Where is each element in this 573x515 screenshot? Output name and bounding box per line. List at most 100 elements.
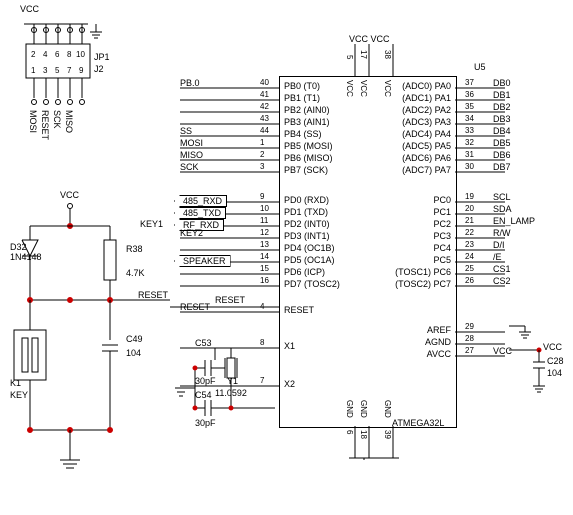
mcu-top-pin: 17 xyxy=(359,50,368,59)
mcu-left-pin-fn: PD1 (TXD) xyxy=(284,207,328,217)
mcu-top-fn: VCC xyxy=(345,80,354,97)
c54-val: 30pF xyxy=(195,418,216,428)
avcc-circuit: VCC C28 104 xyxy=(505,320,565,420)
mcu-top-pin: 38 xyxy=(383,50,392,59)
net-label: DB0 xyxy=(493,78,511,88)
c28-ref: C28 xyxy=(547,356,564,366)
diode-ref: D32 xyxy=(10,242,27,252)
vcc-top-label: VCC VCC xyxy=(349,34,390,44)
mcu-right-pin-fn: PC5 xyxy=(433,255,451,265)
net-tag: 485_TXD xyxy=(174,207,226,219)
net-label: SDA xyxy=(493,204,512,214)
hdr-bot-pin: 1 xyxy=(31,66,35,75)
mcu-top-fn: VCC xyxy=(359,80,368,97)
mcu-right-pin-num: 30 xyxy=(465,162,474,171)
mcu-right-pin-num: 32 xyxy=(465,138,474,147)
mcu-right-pin-fn: (ADC0) PA0 xyxy=(402,81,451,91)
hdr-ref2: J2 xyxy=(94,64,104,74)
mcu-bot-pin: 6 xyxy=(345,430,354,434)
mcu-right-pin-num: 37 xyxy=(465,78,474,87)
c53-ref: C53 xyxy=(195,338,212,348)
net-label: EN_LAMP xyxy=(493,216,535,226)
r38-ref: R38 xyxy=(126,244,143,254)
net-label: CS1 xyxy=(493,264,511,274)
mcu-right-pin-num: 33 xyxy=(465,126,474,135)
mcu-left-pin-num: 14 xyxy=(260,252,269,261)
net-label: R/W xyxy=(493,228,511,238)
c28-val: 104 xyxy=(547,368,562,378)
net-label: DB7 xyxy=(493,162,511,172)
xtal-circuit: C53 30pF Y1 11.0592 C54 30pF xyxy=(165,330,285,460)
mcu-right-pin-num: 34 xyxy=(465,114,474,123)
mcu-left-pin-fn: X1 xyxy=(284,341,295,351)
mcu-right-pin-num: 27 xyxy=(465,346,474,355)
hdr-net: SCK xyxy=(52,110,62,129)
mcu-left-pin-fn: PD3 (INT1) xyxy=(284,231,330,241)
mcu-left-pin-num: 13 xyxy=(260,240,269,249)
mcu-right-pin-num: 26 xyxy=(465,276,474,285)
mcu-right-pin-fn: PC4 xyxy=(433,243,451,253)
vcc-label: VCC xyxy=(60,190,79,200)
hdr-net: MISO xyxy=(64,110,74,133)
mcu-right-pin-num: 29 xyxy=(465,322,474,331)
net-label: MISO xyxy=(180,150,203,160)
mcu-right-pin-num: 21 xyxy=(465,216,474,225)
mcu-right-pin-num: 20 xyxy=(465,204,474,213)
reset-net-label: RESET xyxy=(138,290,168,300)
mcu-left-pin-num: 12 xyxy=(260,228,269,237)
net-label: DB6 xyxy=(493,150,511,160)
net-label: DB1 xyxy=(493,90,511,100)
reset-circuit: VCC xyxy=(10,190,170,490)
mcu-right-pin-fn: (ADC4) PA4 xyxy=(402,129,451,139)
mcu-right-pin-fn: PC2 xyxy=(433,219,451,229)
mcu-left-pin-fn: PB5 (MOSI) xyxy=(284,141,333,151)
hdr-top-pin: 2 xyxy=(31,50,35,59)
net-label: DB5 xyxy=(493,138,511,148)
y1-ref: Y1 xyxy=(227,376,238,386)
y1-val: 11.0592 xyxy=(215,388,247,398)
hdr-top-pin: 4 xyxy=(43,50,47,59)
mcu-right-pin-fn: (ADC1) PA1 xyxy=(402,93,451,103)
net-label: DB4 xyxy=(493,126,511,136)
net-tag: 485_RXD xyxy=(174,195,227,207)
net-label: CS2 xyxy=(493,276,511,286)
mcu-left-pin-fn: RESET xyxy=(284,305,314,315)
mcu-left-pin-num: 40 xyxy=(260,78,269,87)
hdr-bot-pin: 3 xyxy=(43,66,47,75)
mcu-left-pin-fn: PD2 (INT0) xyxy=(284,219,330,229)
mcu-left-pin-num: 42 xyxy=(260,102,269,111)
net-label: KEY2 xyxy=(180,228,203,238)
mcu-left-pin-num: 10 xyxy=(260,204,269,213)
vcc-label: VCC xyxy=(20,4,39,14)
mcu-right-pin-fn: PC0 xyxy=(433,195,451,205)
mcu-right-pin-num: 36 xyxy=(465,90,474,99)
mcu-left-pin-fn: PD4 (OC1B) xyxy=(284,243,335,253)
mcu-bot-fn: GND xyxy=(345,400,354,418)
hdr-top-pin: 6 xyxy=(55,50,59,59)
hdr-bot-pin: 5 xyxy=(55,66,59,75)
mcu-right-pin-num: 22 xyxy=(465,228,474,237)
mcu-left-pin-fn: PD7 (TOSC2) xyxy=(284,279,340,289)
mcu-left-pin-fn: PB7 (SCK) xyxy=(284,165,328,175)
net-tag: SPEAKER xyxy=(174,255,231,267)
mcu-right-pin-num: 25 xyxy=(465,264,474,273)
mcu-left-pin-num: 9 xyxy=(260,192,264,201)
mcu-right-pin-fn: AVCC xyxy=(427,349,451,359)
c54-ref: C54 xyxy=(195,390,212,400)
mcu-left-pin-num: 1 xyxy=(260,138,264,147)
diode-part: 1N4148 xyxy=(10,252,42,262)
mcu-bot-fn: GND xyxy=(359,400,368,418)
mcu-left-pin-num: 16 xyxy=(260,276,269,285)
mcu-left-pin-fn: PD0 (RXD) xyxy=(284,195,329,205)
mcu-left-pin-fn: PB6 (MISO) xyxy=(284,153,333,163)
mcu-left-pin-fn: PD6 (ICP) xyxy=(284,267,325,277)
net-label: DB3 xyxy=(493,114,511,124)
mcu-left-pin-num: 43 xyxy=(260,114,269,123)
mcu-right-pin-fn: (ADC5) PA5 xyxy=(402,141,451,151)
hdr-ref: JP1 xyxy=(94,52,110,62)
k1-ref: K1 xyxy=(10,378,21,388)
mcu-right-pin-fn: PC1 xyxy=(433,207,451,217)
mcu-left-pin-num: 2 xyxy=(260,150,264,159)
avcc-vcc-label: VCC xyxy=(543,342,562,352)
mcu-bot-fn: GND xyxy=(383,400,392,418)
